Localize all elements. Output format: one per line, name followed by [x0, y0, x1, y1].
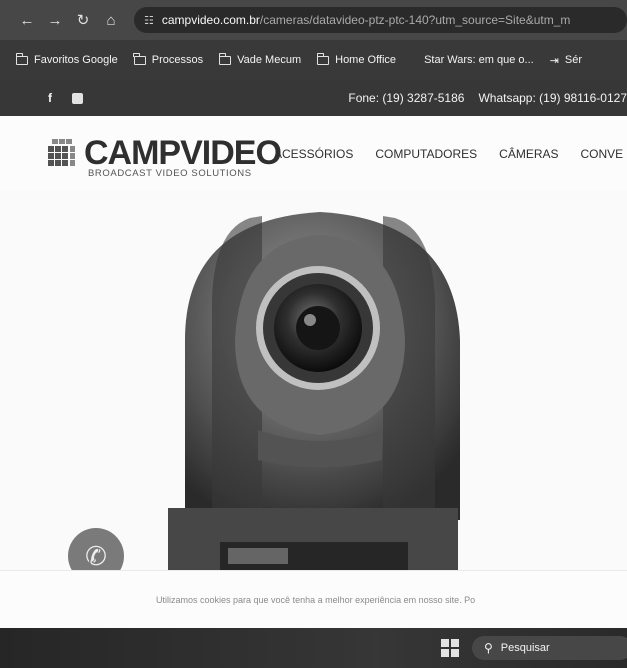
windows-icon[interactable] — [441, 639, 459, 657]
cookie-text: Utilizamos cookies para que você tenha a… — [156, 595, 476, 605]
bookmark-label: Star Wars: em que o... — [424, 54, 534, 66]
folder-icon — [218, 52, 232, 65]
phone-text: Fone: (19) 3287-5186 — [348, 91, 465, 105]
whatsapp-text: Whatsapp: (19) 98116-0127 — [478, 91, 627, 105]
phone-icon: ✆ — [85, 540, 107, 571]
bookmark-label: Favoritos Google — [34, 54, 118, 66]
main-menu: ACESSÓRIOS COMPUTADORES CÂMERAS CONVE — [274, 147, 627, 161]
bookmark-star-wars[interactable]: Star Wars: em que o... — [424, 54, 534, 66]
bookmark-favoritos-google[interactable]: Favoritos Google — [15, 52, 118, 66]
product-hero — [0, 190, 627, 570]
address-bar[interactable]: ☷ campvideo.com.br/cameras/datavideo-ptz… — [134, 7, 627, 33]
bookmark-label: Processos — [151, 54, 204, 66]
folder-icon — [15, 52, 28, 65]
bookmark-label: Sér — [564, 54, 583, 66]
search-placeholder: Pesquisar — [500, 642, 550, 654]
url-path: /cameras/datavideo-ptz-ptc-140?utm_sourc… — [259, 13, 571, 27]
facebook-icon[interactable]: f — [48, 91, 52, 105]
browser-toolbar: ← → ↻ ⌂ ☷ campvideo.com.br/cameras/datav… — [0, 0, 627, 40]
reload-icon[interactable]: ↻ — [72, 9, 94, 31]
ptz-camera-image — [0, 190, 627, 570]
instagram-icon[interactable]: ig — [72, 92, 83, 104]
logo-tagline: BROADCAST VIDEO SOLUTIONS — [88, 168, 252, 179]
bookmark-ser[interactable]: ⇥ Sér — [550, 54, 582, 67]
logo-cube-icon[interactable] — [44, 134, 80, 170]
bookmark-label: Home Office — [335, 54, 397, 66]
folder-icon — [133, 52, 146, 65]
bookmark-processos[interactable]: Processos — [133, 52, 204, 66]
bookmark-vade-mecum[interactable]: Vade Mecum — [218, 52, 302, 66]
bookmark-label: Vade Mecum — [237, 54, 302, 66]
arrow-left-icon[interactable]: ← — [16, 9, 38, 31]
bookmark-home-office[interactable]: Home Office — [316, 52, 397, 66]
bookmarks-bar: Favoritos Google Processos Vade Mecum Ho… — [0, 40, 627, 80]
site-header: CAMPVIDEO BROADCAST VIDEO SOLUTIONS ACES… — [0, 116, 627, 190]
site-info-icon[interactable]: ☷ — [144, 14, 154, 27]
menu-item-cameras[interactable]: CÂMERAS — [499, 147, 558, 161]
search-icon: ⚲ — [484, 641, 493, 655]
menu-item-acessorios[interactable]: ACESSÓRIOS — [274, 147, 353, 161]
windows-taskbar: ⚲ Pesquisar — [0, 628, 627, 668]
site-contact-bar: f ig Fone: (19) 3287-5186 Whatsapp: (19)… — [0, 80, 627, 116]
url-host: campvideo.com.br — [161, 13, 260, 27]
menu-item-computadores[interactable]: COMPUTADORES — [375, 147, 477, 161]
home-icon[interactable]: ⌂ — [100, 9, 122, 31]
taskbar-search[interactable]: ⚲ Pesquisar — [472, 636, 627, 660]
arrow-right-icon[interactable]: → — [44, 9, 66, 31]
folder-icon — [316, 52, 330, 65]
page-icon: ⇥ — [549, 54, 559, 67]
menu-item-conve[interactable]: CONVE — [581, 147, 624, 161]
logo-text[interactable]: CAMPVIDEO — [84, 136, 282, 170]
cookie-notice: Utilizamos cookies para que você tenha a… — [0, 570, 627, 629]
